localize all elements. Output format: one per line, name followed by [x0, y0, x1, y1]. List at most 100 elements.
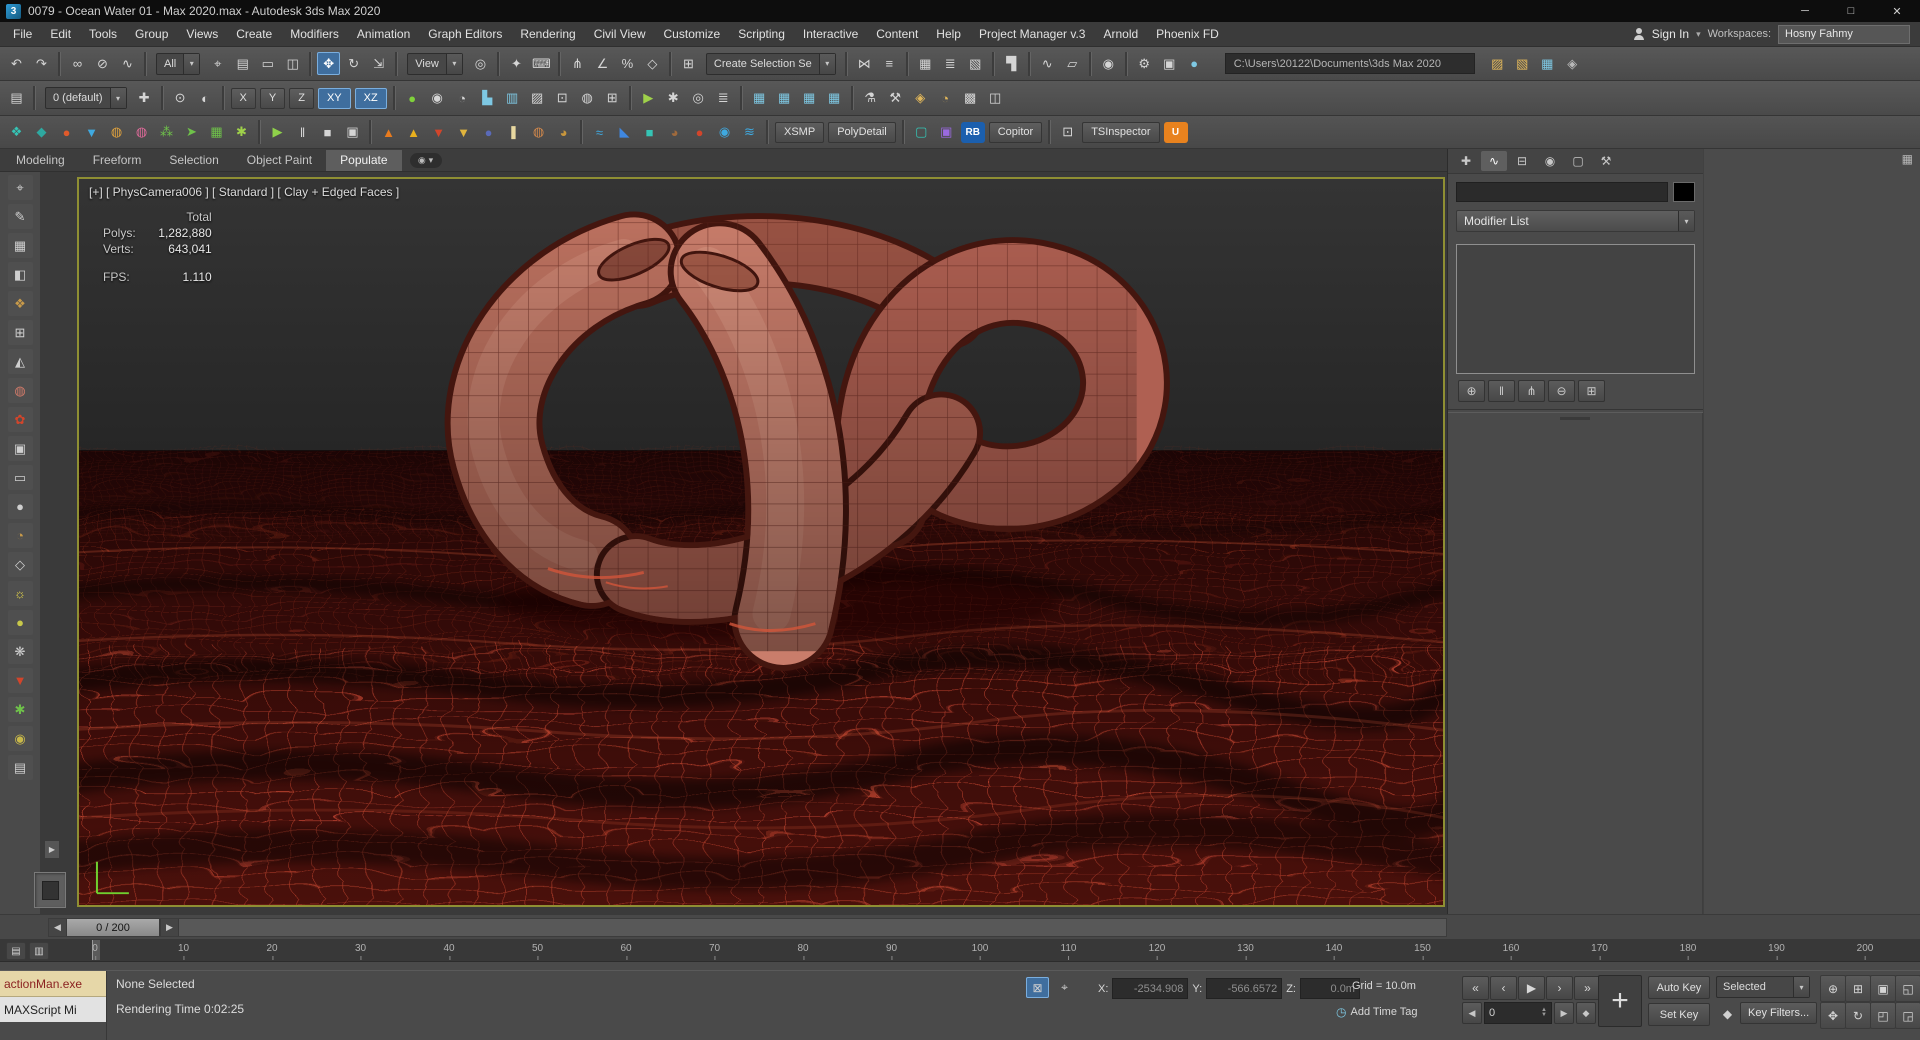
sign-in-button[interactable]: Sign In	[1652, 27, 1689, 41]
z-axis-button[interactable]: Z	[289, 87, 314, 109]
window-crossing-icon[interactable]: ◫	[281, 52, 304, 75]
tool-icon[interactable]: ☼	[8, 581, 33, 606]
active-tool-button[interactable]	[34, 872, 66, 908]
curve-editor-icon[interactable]: ∿	[1036, 52, 1059, 75]
zoom-extents-icon[interactable]: ▣	[1870, 975, 1896, 1002]
stop-icon[interactable]: ■	[316, 121, 339, 144]
tab-hierarchy[interactable]: ⊟	[1509, 151, 1535, 171]
modifier-stack[interactable]	[1456, 244, 1695, 374]
donut-icon[interactable]: ◍	[527, 121, 550, 144]
trash-icon[interactable]: ▣	[341, 121, 364, 144]
set-key-button[interactable]: Set Key	[1648, 1003, 1710, 1026]
workspace-selector[interactable]: Hosny Fahmy	[1778, 24, 1910, 44]
tab-modify[interactable]: ∿	[1481, 151, 1507, 171]
tool-icon[interactable]: ◉	[426, 87, 449, 110]
tool-icon[interactable]: ⊞	[601, 87, 624, 110]
ocean-icon[interactable]: ≈	[588, 121, 611, 144]
scene-explorer-toggle-icon[interactable]: ▤	[5, 87, 28, 110]
key-filters-icon[interactable]: ◆	[1716, 1003, 1739, 1024]
tool-icon[interactable]: ✿	[8, 407, 33, 432]
tool-icon[interactable]: ▩	[959, 87, 982, 110]
table-icon[interactable]: ▦	[798, 87, 821, 110]
play-icon[interactable]: ▶	[266, 121, 289, 144]
info-icon[interactable]: ◈	[1561, 52, 1584, 75]
unlink-selection-icon[interactable]: ⊘	[91, 52, 114, 75]
green-grid-icon[interactable]: ▦	[205, 121, 228, 144]
table-icon[interactable]: ▦	[748, 87, 771, 110]
key-filters-button[interactable]: Key Filters...	[1740, 1002, 1818, 1024]
expand-toolbar-icon[interactable]: ▶	[44, 840, 60, 859]
object-color-swatch[interactable]	[1673, 182, 1695, 202]
pink-ring-icon[interactable]: ◍	[130, 121, 153, 144]
tool-icon[interactable]: ◔	[451, 87, 474, 110]
undo-icon[interactable]: ↶	[5, 52, 28, 75]
tool-icon[interactable]: ◭	[8, 349, 33, 374]
tool-icon[interactable]: ◧	[8, 262, 33, 287]
tab-modeling[interactable]: Modeling	[2, 150, 79, 171]
remove-modifier-button[interactable]: ⊖	[1548, 380, 1575, 402]
tool-icon[interactable]: ◫	[984, 87, 1007, 110]
select-and-manipulate-icon[interactable]: ✦	[505, 52, 528, 75]
add-time-tag[interactable]: ◷ Add Time Tag	[1336, 1005, 1418, 1019]
rb-logo[interactable]: RB	[960, 121, 985, 143]
tool-icon[interactable]: ◍	[576, 87, 599, 110]
next-frame-button[interactable]: ›	[1546, 976, 1573, 1000]
tab-populate[interactable]: Populate	[326, 150, 402, 171]
go-to-end-button[interactable]: »	[1574, 976, 1601, 1000]
selection-lock-icon[interactable]: ⊠	[1026, 977, 1049, 998]
play-button[interactable]: ▶	[1518, 976, 1545, 1000]
pan-icon[interactable]: ✥	[1820, 1002, 1846, 1029]
bomb-icon[interactable]: ●	[477, 121, 500, 144]
current-frame-field[interactable]: 0 ▲ ▼	[1484, 1002, 1552, 1024]
bind-to-space-warp-icon[interactable]: ∿	[116, 52, 139, 75]
teapot-icon[interactable]: ◕	[552, 121, 575, 144]
mini-icon[interactable]: ▥	[29, 942, 49, 960]
burst-icon[interactable]: ✱	[230, 121, 253, 144]
fov-icon[interactable]: ◰	[1870, 1002, 1896, 1029]
selection-filter-dropdown[interactable]: All ▾	[156, 52, 201, 75]
spinner-snap-icon[interactable]: ◇	[641, 52, 664, 75]
tab-create[interactable]: ✚	[1453, 151, 1479, 171]
rendered-frame-icon[interactable]: ▣	[1158, 52, 1181, 75]
menu-tools[interactable]: Tools	[80, 24, 126, 44]
tab-utilities[interactable]: ⚒	[1593, 151, 1619, 171]
y-coordinate-field[interactable]: -566.6572	[1206, 978, 1283, 999]
menu-customize[interactable]: Customize	[655, 24, 730, 44]
angle-snap-icon[interactable]: ∠	[591, 52, 614, 75]
spinner-down-icon[interactable]: ▼	[1541, 1012, 1547, 1018]
select-and-scale-icon[interactable]: ⇲	[367, 52, 390, 75]
tool-icon[interactable]: ✎	[8, 204, 33, 229]
table-icon[interactable]: ▦	[773, 87, 796, 110]
menu-create[interactable]: Create	[227, 24, 281, 44]
tool-icon[interactable]: ◔	[8, 523, 33, 548]
show-end-result-button[interactable]: ‖	[1488, 380, 1515, 402]
time-slider-track[interactable]: ◀ 0 / 200 ▶	[48, 918, 1447, 937]
ribbon-toggle-icon[interactable]: ▜	[1000, 52, 1023, 75]
copitor-button[interactable]: Copitor	[988, 121, 1043, 143]
select-and-rotate-icon[interactable]: ↻	[342, 52, 365, 75]
menu-scripting[interactable]: Scripting	[729, 24, 794, 44]
tool-icon[interactable]: ◔	[934, 87, 957, 110]
menu-interactive[interactable]: Interactive	[794, 24, 867, 44]
layer-explorer-icon[interactable]: ≣	[939, 52, 962, 75]
phoenix-gem-icon[interactable]: ◆	[30, 121, 53, 144]
menu-project-manager[interactable]: Project Manager v.3	[970, 24, 1095, 44]
named-selection-dropdown[interactable]: Create Selection Se ▾	[705, 52, 836, 75]
use-pivot-center-icon[interactable]: ◎	[469, 52, 492, 75]
tool-icon[interactable]: ▨	[526, 87, 549, 110]
zoom-icon[interactable]: ⊕	[1820, 975, 1846, 1002]
menu-animation[interactable]: Animation	[348, 24, 419, 44]
tab-selection[interactable]: Selection	[155, 150, 232, 171]
tool-icon[interactable]: ◇	[8, 552, 33, 577]
menu-file[interactable]: File	[4, 24, 41, 44]
percent-snap-icon[interactable]: %	[616, 52, 639, 75]
pause-icon[interactable]: ‖	[291, 121, 314, 144]
menu-views[interactable]: Views	[177, 24, 227, 44]
x-axis-button[interactable]: X	[230, 87, 256, 109]
previous-frame-arrow[interactable]: ◀	[49, 919, 67, 936]
crowd-green-icon[interactable]: ⁂	[155, 121, 178, 144]
reference-coordinate-dropdown[interactable]: View ▾	[407, 52, 463, 75]
default-lights-icon[interactable]: ●	[401, 87, 424, 110]
key-selection-dropdown[interactable]: Selected ▾	[1716, 976, 1810, 998]
x-coordinate-field[interactable]: -2534.908	[1112, 978, 1189, 999]
